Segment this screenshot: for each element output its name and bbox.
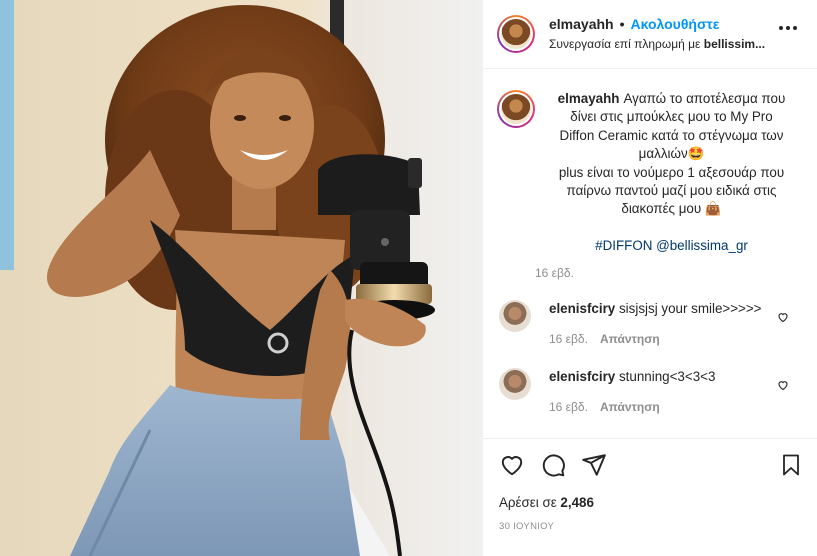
likes-count[interactable]: Αρέσει σε 2,486	[499, 495, 803, 510]
caption-line: Αγαπώ το αποτέλεσμα που	[623, 91, 786, 106]
post-header: elmayahh • Ακολουθήστε Συνεργασία επί πλ…	[483, 0, 817, 69]
post-caption: elmayahh Αγαπώ το αποτέλεσμα που δίνει στ…	[497, 90, 803, 280]
caption-avatar[interactable]	[497, 90, 535, 128]
paid-partnership-label[interactable]: Συνεργασία επί πληρωμή με bellissim...	[549, 37, 765, 52]
caption-line: Diffon Ceramic κατά το στέγνωμα των	[559, 127, 784, 143]
caption-timestamp[interactable]: 16 εβδ.	[535, 266, 794, 280]
comment-text: sisjsjsj your smile>>>>>	[618, 301, 762, 317]
comment-heart-icon[interactable]	[777, 310, 789, 328]
post-side-panel: elmayahh • Ακολουθήστε Συνεργασία επί πλ…	[482, 0, 817, 556]
caption-line: μαλλιών🤩	[638, 146, 705, 162]
more-options-icon[interactable]	[779, 26, 797, 30]
paper-plane-icon[interactable]	[581, 452, 607, 478]
post-date[interactable]: 30 ΙΟΥΝΙΟΥ	[499, 521, 803, 532]
bookmark-icon[interactable]	[779, 452, 803, 478]
caption-line: plus είναι το νούμερο 1 αξεσουάρ που	[558, 164, 785, 180]
post-photo[interactable]	[0, 0, 482, 556]
commenter-username[interactable]: elenisfciry	[549, 301, 615, 316]
comments-section[interactable]: elmayahh Αγαπώ το αποτέλεσμα που δίνει στ…	[483, 70, 817, 438]
caption-username[interactable]: elmayahh	[558, 91, 620, 106]
caption-line: παίρνω παντού μαζί μου ειδικά στις	[566, 183, 777, 199]
caption-hashtags[interactable]: #DIFFON @bellissima_gr	[549, 237, 794, 255]
author-info: elmayahh • Ακολουθήστε Συνεργασία επί πλ…	[549, 16, 765, 53]
comment-item: elenisfciry stunning<3<3<3 16 εβδ. Απάντ…	[497, 368, 803, 416]
heart-icon[interactable]	[499, 452, 525, 478]
author-avatar[interactable]	[497, 15, 535, 53]
likes-prefix: Αρέσει σε	[499, 495, 561, 510]
follow-button[interactable]: Ακολουθήστε	[631, 16, 720, 34]
post-photo-illustration	[0, 0, 482, 556]
commenter-avatar[interactable]	[499, 300, 531, 333]
comment-timestamp[interactable]: 16 εβδ.	[549, 398, 588, 416]
comment-item: elenisfciry sisjsjsj your smile>>>>> 16 …	[497, 300, 803, 348]
partnership-prefix: Συνεργασία επί πληρωμή με	[549, 37, 704, 52]
likes-number[interactable]: 2,486	[560, 495, 594, 510]
comment-bubble-icon[interactable]	[540, 452, 566, 478]
comment-timestamp[interactable]: 16 εβδ.	[549, 330, 588, 348]
caption-line: διακοπές μου 👜	[621, 201, 722, 217]
comment-text: stunning<3<3<3	[618, 369, 716, 385]
caption-line: δίνει στις μπούκλες μου το My Pro	[570, 109, 773, 125]
comment-heart-icon[interactable]	[777, 378, 789, 396]
partnership-brand[interactable]: bellissim...	[704, 37, 765, 51]
separator-dot: •	[619, 15, 625, 32]
post-actions: Αρέσει σε 2,486 30 ΙΟΥΝΙΟΥ	[483, 438, 817, 532]
reply-button[interactable]: Απάντηση	[600, 330, 660, 348]
reply-button[interactable]: Απάντηση	[600, 398, 660, 416]
commenter-avatar[interactable]	[499, 368, 531, 401]
commenter-username[interactable]: elenisfciry	[549, 369, 615, 384]
author-username[interactable]: elmayahh	[549, 16, 614, 34]
